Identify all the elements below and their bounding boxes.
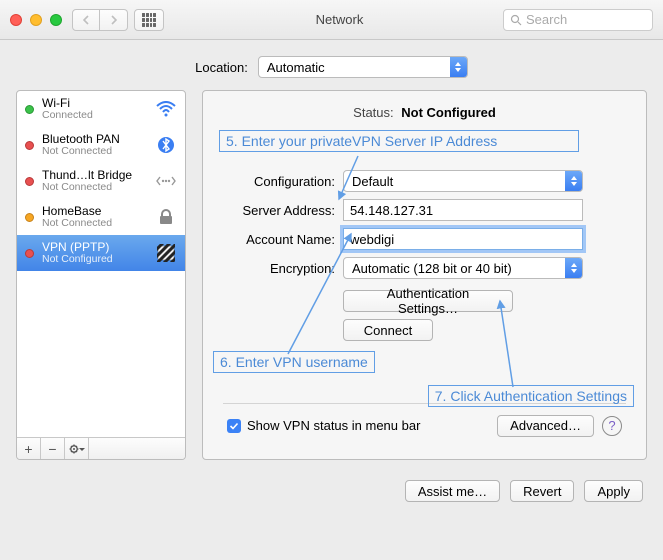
account-name-input[interactable] bbox=[343, 228, 583, 250]
service-item-thund-lt-bridge[interactable]: Thund…lt BridgeNot Connected bbox=[17, 163, 185, 199]
service-name: Wi-Fi bbox=[42, 97, 147, 110]
detail-panel: Status: Not Configured 5. Enter your pri… bbox=[202, 90, 647, 460]
main-area: Wi-FiConnectedBluetooth PANNot Connected… bbox=[0, 90, 663, 470]
server-address-input[interactable] bbox=[343, 199, 583, 221]
forward-button[interactable] bbox=[100, 9, 128, 31]
configuration-value: Default bbox=[344, 174, 565, 189]
service-actions-button[interactable] bbox=[65, 438, 89, 459]
thunderbolt-icon bbox=[155, 173, 177, 189]
location-row: Location: Automatic bbox=[0, 40, 663, 90]
location-label: Location: bbox=[195, 60, 248, 75]
search-icon bbox=[510, 14, 522, 26]
select-arrows-icon bbox=[565, 171, 582, 191]
window-title: Network bbox=[176, 12, 503, 27]
select-arrows-icon bbox=[565, 258, 582, 278]
stripes-icon bbox=[155, 244, 177, 262]
service-status: Not Connected bbox=[42, 218, 147, 230]
gear-icon bbox=[69, 443, 85, 455]
assist-me-button[interactable]: Assist me… bbox=[405, 480, 500, 502]
service-name: VPN (PPTP) bbox=[42, 241, 147, 254]
window-controls bbox=[10, 14, 62, 26]
configuration-label: Configuration: bbox=[223, 174, 335, 189]
close-window-button[interactable] bbox=[10, 14, 22, 26]
lock-icon bbox=[155, 208, 177, 226]
sidebar-toolbar: + − bbox=[17, 437, 185, 459]
encryption-select[interactable]: Automatic (128 bit or 40 bit) bbox=[343, 257, 583, 279]
nav-buttons bbox=[72, 9, 128, 31]
show-vpn-menubar-label: Show VPN status in menu bar bbox=[247, 418, 420, 433]
add-service-button[interactable]: + bbox=[17, 438, 41, 459]
configuration-row: Configuration: Default bbox=[223, 170, 626, 192]
back-button[interactable] bbox=[72, 9, 100, 31]
services-sidebar: Wi-FiConnectedBluetooth PANNot Connected… bbox=[16, 90, 186, 460]
auth-settings-button[interactable]: Authentication Settings… bbox=[343, 290, 513, 312]
status-value: Not Configured bbox=[401, 105, 496, 120]
service-name: Thund…lt Bridge bbox=[42, 169, 147, 182]
show-all-button[interactable] bbox=[134, 9, 164, 31]
revert-button[interactable]: Revert bbox=[510, 480, 574, 502]
service-status: Not Connected bbox=[42, 146, 147, 158]
encryption-row: Encryption: Automatic (128 bit or 40 bit… bbox=[223, 257, 626, 279]
show-vpn-menubar-checkbox[interactable]: Show VPN status in menu bar bbox=[227, 418, 420, 433]
status-dot-icon bbox=[25, 177, 34, 186]
wifi-icon bbox=[155, 101, 177, 117]
help-button[interactable]: ? bbox=[602, 416, 622, 436]
connect-button[interactable]: Connect bbox=[343, 319, 433, 341]
status-dot-icon bbox=[25, 213, 34, 222]
service-item-vpn-pptp-[interactable]: VPN (PPTP)Not Configured bbox=[17, 235, 185, 271]
titlebar: Network Search bbox=[0, 0, 663, 40]
status-row: Status: Not Configured bbox=[223, 105, 626, 120]
account-name-label: Account Name: bbox=[223, 232, 335, 247]
encryption-value: Automatic (128 bit or 40 bit) bbox=[344, 261, 565, 276]
status-dot-icon bbox=[25, 141, 34, 150]
location-value: Automatic bbox=[259, 60, 450, 75]
chevron-left-icon bbox=[82, 15, 91, 25]
account-name-row: Account Name: bbox=[223, 228, 626, 250]
encryption-label: Encryption: bbox=[223, 261, 335, 276]
annotation-step5: 5. Enter your privateVPN Server IP Addre… bbox=[219, 130, 579, 152]
remove-service-button[interactable]: − bbox=[41, 438, 65, 459]
zoom-window-button[interactable] bbox=[50, 14, 62, 26]
search-placeholder: Search bbox=[526, 12, 567, 27]
configuration-select[interactable]: Default bbox=[343, 170, 583, 192]
service-name: Bluetooth PAN bbox=[42, 133, 147, 146]
search-field[interactable]: Search bbox=[503, 9, 653, 31]
service-item-homebase[interactable]: HomeBaseNot Connected bbox=[17, 199, 185, 235]
chevron-right-icon bbox=[109, 15, 118, 25]
select-arrows-icon bbox=[450, 57, 467, 77]
grid-icon bbox=[142, 13, 156, 27]
server-address-row: Server Address: bbox=[223, 199, 626, 221]
service-status: Not Configured bbox=[42, 254, 147, 266]
status-dot-icon bbox=[25, 249, 34, 258]
checkbox-checked-icon bbox=[227, 419, 241, 433]
footer: Assist me… Revert Apply bbox=[0, 470, 663, 512]
service-status: Not Connected bbox=[42, 182, 147, 194]
annotation-step7: 7. Click Authentication Settings bbox=[428, 385, 634, 407]
status-dot-icon bbox=[25, 105, 34, 114]
service-item-bluetooth-pan[interactable]: Bluetooth PANNot Connected bbox=[17, 127, 185, 163]
detail-bottom-bar: Show VPN status in menu bar Advanced… ? bbox=[223, 403, 626, 447]
status-label: Status: bbox=[353, 105, 393, 120]
apply-button[interactable]: Apply bbox=[584, 480, 643, 502]
service-status: Connected bbox=[42, 110, 147, 122]
network-preferences-window: Network Search Location: Automatic Wi-Fi… bbox=[0, 0, 663, 560]
minimize-window-button[interactable] bbox=[30, 14, 42, 26]
server-address-label: Server Address: bbox=[223, 203, 335, 218]
location-select[interactable]: Automatic bbox=[258, 56, 468, 78]
annotation-step6: 6. Enter VPN username bbox=[213, 351, 375, 373]
service-name: HomeBase bbox=[42, 205, 147, 218]
bluetooth-icon bbox=[155, 136, 177, 154]
service-item-wi-fi[interactable]: Wi-FiConnected bbox=[17, 91, 185, 127]
advanced-button[interactable]: Advanced… bbox=[497, 415, 594, 437]
